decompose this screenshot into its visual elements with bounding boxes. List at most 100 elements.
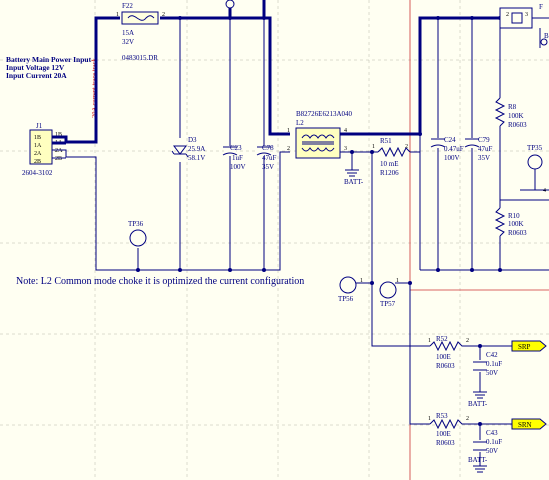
svg-text:35V: 35V xyxy=(478,154,490,162)
svg-text:R52: R52 xyxy=(436,335,448,343)
resistor-r52: 1 2 R52 100E R0603 xyxy=(428,335,470,370)
power-wires xyxy=(52,0,500,145)
svg-text:C78: C78 xyxy=(262,144,274,152)
ground-batt-3: BATT- xyxy=(468,456,488,473)
svg-text:B82726E6213A040: B82726E6213A040 xyxy=(296,110,353,118)
ground-batt-2: BATT- xyxy=(468,391,488,408)
svg-text:0.1uF: 0.1uF xyxy=(486,360,502,368)
svg-text:0.1uF: 0.1uF xyxy=(486,438,502,446)
svg-text:R51: R51 xyxy=(380,137,392,145)
svg-text:100E: 100E xyxy=(436,430,451,438)
capacitor-c24: C24 0.47uF 100V xyxy=(430,136,464,162)
svg-text:2: 2 xyxy=(466,416,469,422)
svg-text:2B: 2B xyxy=(55,156,62,162)
testpoint-tp36: TP36 xyxy=(128,220,147,247)
svg-text:1A: 1A xyxy=(34,143,42,149)
f22-ref: F22 xyxy=(122,2,133,10)
partial-top-parts: 2 3 F B xyxy=(225,0,549,48)
svg-text:50V: 50V xyxy=(486,369,498,377)
svg-text:R8: R8 xyxy=(508,103,517,111)
svg-text:C42: C42 xyxy=(486,351,498,359)
schematic-sheet: Battery Main Power Input Input Voltage 1… xyxy=(0,0,549,480)
svg-text:C79: C79 xyxy=(478,136,490,144)
svg-text:TP36: TP36 xyxy=(128,220,144,228)
svg-text:25.9A: 25.9A xyxy=(188,145,205,153)
svg-text:BATT-: BATT- xyxy=(468,400,488,408)
svg-text:35V: 35V xyxy=(262,163,274,171)
svg-text:1: 1 xyxy=(428,416,431,422)
resistor-r51: 1 2 R51 10 mE R1206 xyxy=(372,137,411,177)
svg-text:R1206: R1206 xyxy=(380,169,399,177)
svg-text:TP56: TP56 xyxy=(338,295,354,303)
j1-part: 2604-3102 xyxy=(22,169,53,177)
svg-text:4: 4 xyxy=(344,128,347,134)
svg-text:100K: 100K xyxy=(508,112,524,120)
signal-wires xyxy=(52,18,549,466)
svg-text:R0603: R0603 xyxy=(508,229,527,237)
svg-text:0.47uF: 0.47uF xyxy=(444,145,464,153)
j1-ref: J1 xyxy=(36,122,43,130)
net-label-srp: SRP xyxy=(511,340,547,352)
svg-text:R0603: R0603 xyxy=(436,439,455,447)
svg-text:2: 2 xyxy=(287,146,290,152)
svg-text:1: 1 xyxy=(396,278,399,284)
svg-text:SRN: SRN xyxy=(518,421,532,429)
svg-text:R53: R53 xyxy=(436,412,448,420)
ground-batt-1: BATT- xyxy=(344,169,364,186)
svg-text:SRP: SRP xyxy=(518,343,531,351)
svg-text:47uF: 47uF xyxy=(262,154,277,162)
svg-text:2: 2 xyxy=(405,144,408,150)
sheet-grid xyxy=(0,0,549,480)
svg-text:100V: 100V xyxy=(230,163,246,171)
svg-text:1: 1 xyxy=(116,12,119,18)
svg-text:BATT-: BATT- xyxy=(344,178,364,186)
capacitor-c43: C43 0.1uF 50V xyxy=(473,429,502,455)
fuse-f22: 1 2 F22 15A 32V 0483015.DR xyxy=(116,2,165,62)
svg-text:2: 2 xyxy=(466,338,469,344)
svg-text:D3: D3 xyxy=(188,136,197,144)
svg-text:1: 1 xyxy=(287,128,290,134)
resistor-r53: 1 2 R53 100E R0603 xyxy=(428,412,470,447)
svg-text:100K: 100K xyxy=(508,220,524,228)
svg-text:BATT-: BATT- xyxy=(468,456,488,464)
diode-d3: D3 25.9A 58.1V xyxy=(171,136,205,162)
svg-text:1uF: 1uF xyxy=(232,154,243,162)
svg-text:2A: 2A xyxy=(55,148,63,154)
testpoint-tp56: 1 TP56 xyxy=(338,276,363,303)
svg-text:3: 3 xyxy=(344,146,347,152)
svg-text:R10: R10 xyxy=(508,212,520,220)
svg-text:1: 1 xyxy=(372,144,375,150)
capacitor-c78: C78 47uF 35V xyxy=(256,144,277,171)
svg-text:L2: L2 xyxy=(296,119,304,127)
svg-text:2: 2 xyxy=(162,12,165,18)
svg-text:F: F xyxy=(539,3,543,11)
svg-text:4: 4 xyxy=(543,188,546,194)
svg-text:100V: 100V xyxy=(444,154,460,162)
svg-text:R0603: R0603 xyxy=(508,121,527,129)
svg-text:2B: 2B xyxy=(34,159,41,165)
svg-text:2: 2 xyxy=(506,12,509,18)
svg-text:1B: 1B xyxy=(34,135,41,141)
input-current: Input Current 20A xyxy=(6,71,67,80)
testpoint-tp57: 1 TP57 xyxy=(379,278,399,308)
testpoint-tp35: TP35 4 xyxy=(527,144,546,194)
svg-text:47uF: 47uF xyxy=(478,145,493,153)
svg-text:3: 3 xyxy=(525,12,528,18)
resistor-r10: R10 100K R0603 xyxy=(494,207,527,237)
svg-text:100E: 100E xyxy=(436,353,451,361)
svg-text:2A: 2A xyxy=(34,151,42,157)
f22-rating: 15A xyxy=(122,29,134,37)
svg-text:TP57: TP57 xyxy=(380,300,396,308)
capacitor-c23: C23 1uF 100V xyxy=(222,144,246,171)
svg-text:C23: C23 xyxy=(230,144,242,152)
net-label-srn: SRN xyxy=(511,418,547,430)
resistor-r8: R8 100K R0603 xyxy=(494,97,527,129)
svg-text:C43: C43 xyxy=(486,429,498,437)
svg-text:50V: 50V xyxy=(486,447,498,455)
svg-text:C24: C24 xyxy=(444,136,456,144)
f22-part: 0483015.DR xyxy=(122,54,158,62)
design-note: Note: L2 Common mode choke it is optimiz… xyxy=(16,276,304,287)
f22-voltage: 32V xyxy=(122,38,134,46)
capacitor-c79: C79 47uF 35V xyxy=(464,136,493,162)
svg-text:58.1V: 58.1V xyxy=(188,154,205,162)
